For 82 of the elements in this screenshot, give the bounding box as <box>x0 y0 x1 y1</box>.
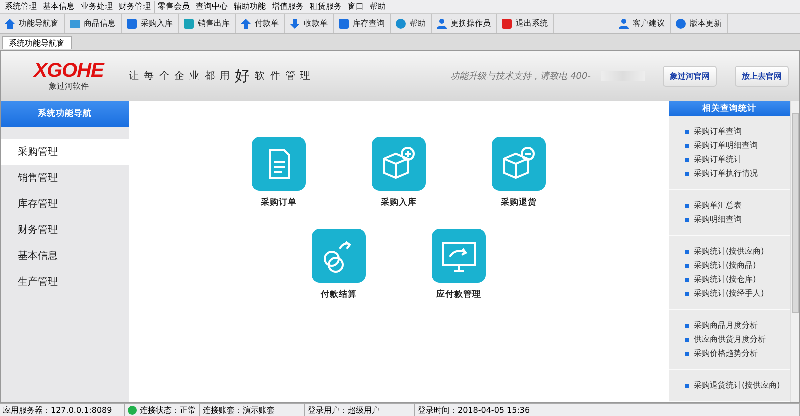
status-text: 登录时间：2018-04-05 15:36 <box>418 404 530 416</box>
menu-item[interactable]: 查询中心 <box>193 0 231 12</box>
card-icon <box>69 18 81 30</box>
logo: XGOHE <box>34 60 104 80</box>
website-link[interactable]: 放上去官网 <box>735 66 789 86</box>
query-link[interactable]: 采购统计(按商品) <box>685 260 790 271</box>
toolbar-button[interactable]: 功能导航窗 <box>0 14 65 33</box>
menu-item[interactable]: 业务处理 <box>78 0 116 12</box>
square-icon <box>338 18 350 30</box>
menu-item[interactable]: 租赁服务 <box>307 0 345 12</box>
user-icon <box>618 18 630 30</box>
toolbar-button[interactable]: 帮助 <box>391 14 432 33</box>
function-icon <box>492 137 546 191</box>
query-link[interactable]: 采购退货统计(按供应商) <box>685 380 790 391</box>
query-link[interactable]: 采购商品月度分析 <box>685 320 790 331</box>
menu-item[interactable]: 基本信息 <box>40 0 78 12</box>
function-icon <box>372 137 426 191</box>
square-icon <box>183 18 195 30</box>
tab[interactable]: 系统功能导航窗 <box>2 36 72 49</box>
toolbar-button[interactable]: 商品信息 <box>65 14 122 33</box>
nav-item[interactable]: 基本信息 <box>1 243 129 269</box>
toolbar-button[interactable]: 收款单 <box>285 14 334 33</box>
slogan: 让 每 个 企 业 都 用 <box>129 70 232 83</box>
query-link[interactable]: 采购统计(按供应商) <box>685 246 790 257</box>
query-link[interactable]: 采购单汇总表 <box>685 200 790 211</box>
status-text: 登录用户：超级用户 <box>308 404 380 416</box>
function-button[interactable]: 应付款管理 <box>399 229 519 301</box>
menu-item[interactable]: 零售会员 <box>155 0 193 12</box>
support-text: 功能升级与技术支持，请致电 400- <box>450 70 591 82</box>
function-icon <box>252 137 306 191</box>
function-button[interactable]: 付款结算 <box>279 229 399 301</box>
nav-item[interactable]: 财务管理 <box>1 217 129 243</box>
nav-item[interactable]: 采购管理 <box>1 139 129 165</box>
function-button[interactable]: 采购退货 <box>459 137 579 209</box>
toolbar-button[interactable]: 版本更新 <box>671 14 728 33</box>
toolbar-button[interactable]: 客户建议 <box>614 14 671 33</box>
query-link[interactable]: 采购明细查询 <box>685 214 790 225</box>
slogan: 软 件 管 理 <box>255 70 312 83</box>
nav-item[interactable]: 库存管理 <box>1 191 129 217</box>
nav-header: 系统功能导航 <box>1 101 129 127</box>
square-icon <box>126 18 138 30</box>
query-link[interactable]: 采购订单查询 <box>685 126 790 137</box>
menu-item[interactable]: 辅助功能 <box>231 0 269 12</box>
related-header: 相关查询统计 <box>669 101 790 116</box>
up-arrow-icon <box>240 18 252 30</box>
function-icon <box>432 229 486 283</box>
status-text: 应用服务器：127.0.0.1:8089 <box>3 404 112 416</box>
toolbar-button[interactable]: 更换操作员 <box>432 14 497 33</box>
website-link[interactable]: 象过河官网 <box>663 66 717 86</box>
status-text: 连接状态：正常 <box>140 404 196 416</box>
menu-item[interactable]: 财务管理 <box>116 0 154 12</box>
circle-icon <box>395 18 407 30</box>
home-icon <box>4 18 16 30</box>
query-link[interactable]: 采购订单明细查询 <box>685 140 790 151</box>
query-link[interactable]: 采购统计(按仓库) <box>685 274 790 285</box>
square-icon <box>501 18 513 30</box>
toolbar-button[interactable]: 付款单 <box>236 14 285 33</box>
menu-item[interactable]: 窗口 <box>345 0 367 12</box>
function-button[interactable]: 采购入库 <box>339 137 459 209</box>
toolbar-button[interactable]: 销售出库 <box>179 14 236 33</box>
user-icon <box>436 18 448 30</box>
toolbar-button[interactable]: 库存查询 <box>334 14 391 33</box>
menu-item[interactable]: 系统管理 <box>2 0 40 12</box>
nav-item[interactable]: 销售管理 <box>1 165 129 191</box>
nav-item[interactable]: 生产管理 <box>1 269 129 295</box>
slogan-highlight: 好 <box>235 66 252 86</box>
logo-subtitle: 象过河软件 <box>49 80 89 92</box>
menu-item[interactable]: 帮助 <box>367 0 389 12</box>
query-link[interactable]: 采购价格趋势分析 <box>685 348 790 359</box>
circle-icon <box>675 18 687 30</box>
menu-item[interactable]: 增值服务 <box>269 0 307 12</box>
query-link[interactable]: 供应商供货月度分析 <box>685 334 790 345</box>
down-arrow-icon <box>289 18 301 30</box>
scrollbar[interactable] <box>790 101 799 402</box>
query-link[interactable]: 采购订单统计 <box>685 154 790 165</box>
query-link[interactable]: 采购统计(按经手人) <box>685 288 790 299</box>
function-icon <box>312 229 366 283</box>
function-button[interactable]: 采购订单 <box>219 137 339 209</box>
query-link[interactable]: 采购订单执行情况 <box>685 168 790 179</box>
toolbar-button[interactable]: 采购入库 <box>122 14 179 33</box>
toolbar-button[interactable]: 退出系统 <box>497 14 554 33</box>
status-text: 连接账套：演示账套 <box>203 404 275 416</box>
